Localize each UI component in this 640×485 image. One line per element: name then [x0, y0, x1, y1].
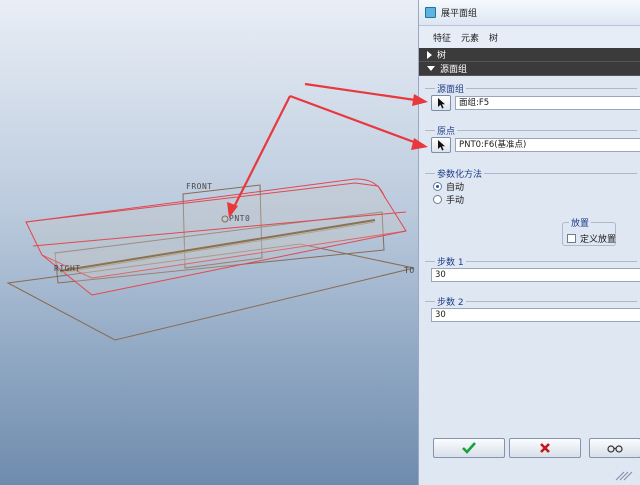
- flatten-quilt-dialog: 展平面组 特征 元素 树 树 源面组 源面组 面组:F5 原点 PNT0:F6(…: [418, 0, 640, 485]
- origin-label: 原点: [435, 124, 458, 137]
- resize-grip-icon[interactable]: [612, 469, 634, 481]
- define-placement-check-indicator[interactable]: [567, 234, 576, 243]
- radio-auto-label: 自动: [446, 183, 465, 193]
- step1-input[interactable]: 30: [431, 268, 640, 282]
- glasses-icon: [607, 445, 623, 453]
- define-placement-checkbox[interactable]: 定义放置: [567, 232, 616, 245]
- step2-input[interactable]: 30: [431, 308, 640, 322]
- pointer-icon: [437, 139, 445, 150]
- top-plane-label: TO: [404, 266, 415, 275]
- preview-button[interactable]: [589, 438, 640, 458]
- source-surface-field[interactable]: 面组:F5: [455, 96, 640, 110]
- radio-manual-indicator[interactable]: [433, 195, 442, 204]
- menu-tree[interactable]: 树: [489, 31, 498, 44]
- step2-label: 步数 2: [435, 295, 466, 308]
- ok-button[interactable]: [433, 438, 505, 458]
- menu-feature[interactable]: 特征: [433, 31, 451, 44]
- front-plane-label: FRONT: [186, 182, 213, 191]
- collapse-down-icon: [427, 66, 435, 71]
- graphics-viewport[interactable]: FRONT PNT0 RIGHT TO: [0, 0, 418, 485]
- check-icon: [462, 442, 476, 454]
- dialog-title: 展平面组: [441, 9, 478, 19]
- menu-element[interactable]: 元素: [461, 31, 479, 44]
- source-group-header-label: 源面组: [440, 65, 468, 75]
- pointer-icon: [437, 97, 445, 108]
- radio-auto-indicator[interactable]: [433, 182, 442, 191]
- radio-auto[interactable]: 自动: [433, 180, 464, 193]
- cancel-button[interactable]: [509, 438, 581, 458]
- param-method-label: 参数化方法: [435, 167, 485, 180]
- source-group-expander[interactable]: 源面组: [419, 62, 640, 76]
- tree-header-label: 树: [437, 51, 447, 61]
- source-surface-select-button[interactable]: [431, 95, 451, 111]
- dialog-titlebar: 展平面组: [419, 0, 640, 26]
- define-placement-label: 定义放置: [580, 235, 617, 245]
- source-surface-label: 源面组: [435, 82, 467, 95]
- x-icon: [540, 443, 550, 453]
- placement-label: 放置: [569, 216, 592, 229]
- tree-expander[interactable]: 树: [419, 48, 640, 62]
- dialog-menubar: 特征 元素 树: [419, 26, 640, 48]
- model-geometry: [6, 178, 415, 341]
- dialog-app-icon: [425, 7, 436, 18]
- expand-right-icon: [427, 50, 432, 59]
- origin-select-button[interactable]: [431, 137, 451, 153]
- datum-point-label: PNT0: [229, 214, 251, 223]
- right-plane-label: RIGHT: [54, 264, 81, 273]
- step1-label: 步数 1: [435, 255, 466, 268]
- radio-manual-label: 手动: [446, 196, 465, 206]
- origin-field[interactable]: PNT0:F6(基准点): [455, 138, 640, 152]
- radio-manual[interactable]: 手动: [433, 193, 464, 206]
